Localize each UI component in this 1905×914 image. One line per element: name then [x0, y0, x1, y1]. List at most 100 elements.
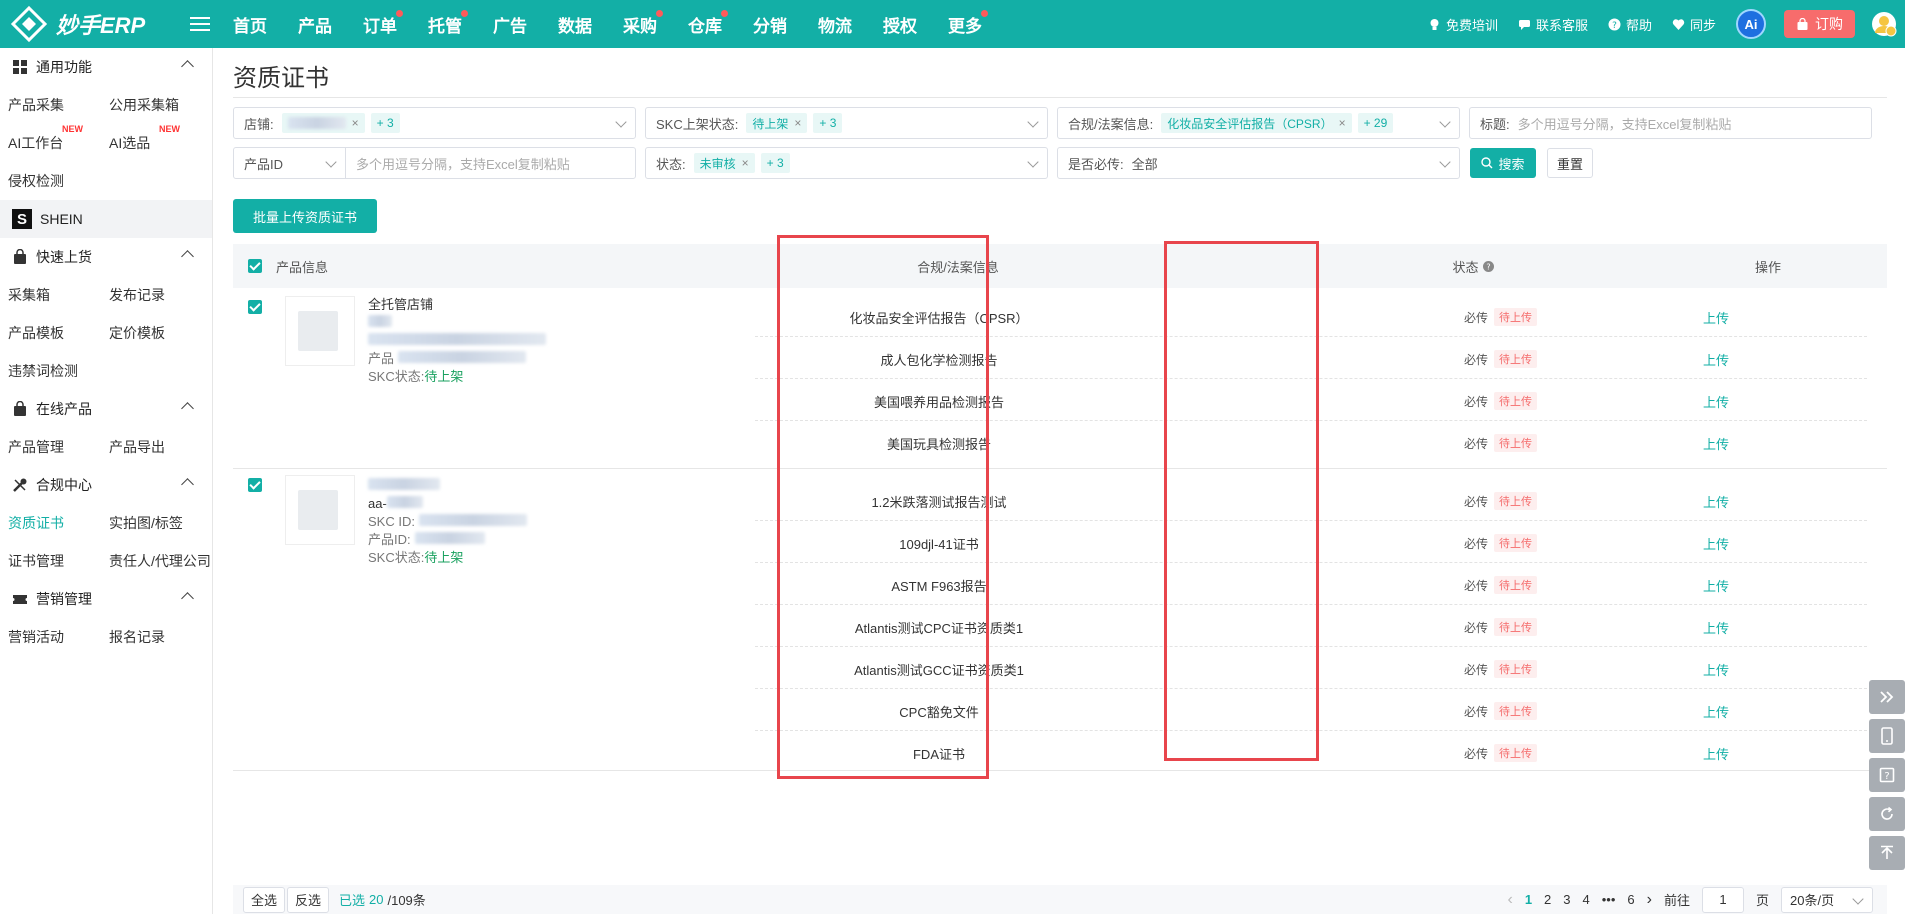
sidebar-platform-shein[interactable]: S SHEIN	[0, 200, 212, 238]
nav-authorize[interactable]: 授权	[883, 12, 917, 37]
sidebar-item-signup-record[interactable]: 报名记录	[101, 627, 202, 647]
next-page-icon[interactable]: ›	[1647, 891, 1652, 909]
close-icon[interactable]: ×	[794, 116, 801, 130]
refresh-button[interactable]	[1869, 797, 1905, 831]
close-icon[interactable]: ×	[1339, 116, 1346, 130]
sidebar-item-pricing-template[interactable]: 定价模板	[101, 323, 202, 343]
page-number[interactable]: 3	[1563, 892, 1570, 907]
sidebar-group-online-products[interactable]: 在线产品	[0, 390, 212, 428]
upload-link[interactable]: 上传	[1703, 618, 1729, 637]
nav-product[interactable]: 产品	[298, 12, 332, 37]
nav-logistics[interactable]: 物流	[818, 12, 852, 37]
page-ellipsis[interactable]: •••	[1602, 892, 1616, 907]
page-number[interactable]: 4	[1583, 892, 1590, 907]
close-icon[interactable]: ×	[742, 156, 749, 170]
select-all-checkbox[interactable]	[248, 259, 262, 273]
menu-toggle-icon[interactable]	[190, 17, 210, 31]
sidebar-group-quick-upload[interactable]: 快速上货	[0, 238, 212, 276]
store-filter[interactable]: 店铺: × + 3	[233, 107, 636, 139]
sidebar-group-marketing[interactable]: 营销管理	[0, 580, 212, 618]
upload-link[interactable]: 上传	[1703, 434, 1729, 453]
logo-text: 妙手ERP	[56, 13, 146, 38]
collapse-tools-button[interactable]	[1869, 680, 1905, 714]
required-filter[interactable]: 是否必传: 全部	[1057, 147, 1460, 179]
sidebar-item-infringement-check[interactable]: 侵权检测	[0, 171, 101, 191]
sidebar-item-product-template[interactable]: 产品模板	[0, 323, 101, 343]
title-input[interactable]: 多个用逗号分隔，支持Excel复制粘贴	[1518, 114, 1732, 133]
row-checkbox[interactable]	[248, 478, 262, 492]
contact-support-link[interactable]: 联系客服	[1518, 15, 1588, 34]
nav-home[interactable]: 首页	[233, 12, 267, 37]
upload-link[interactable]: 上传	[1703, 392, 1729, 411]
reset-button[interactable]: 重置	[1547, 148, 1593, 178]
nav-data[interactable]: 数据	[558, 12, 592, 37]
nav-warehouse[interactable]: 仓库	[688, 9, 728, 37]
upload-link[interactable]: 上传	[1703, 744, 1729, 763]
prev-page-icon[interactable]: ‹	[1507, 891, 1512, 909]
page-number[interactable]: 6	[1627, 892, 1634, 907]
compliance-info-filter[interactable]: 合规/法案信息: 化妆品安全评估报告（CPSR） × + 29	[1057, 107, 1460, 139]
sidebar-group-common[interactable]: 通用功能	[0, 48, 212, 86]
close-icon[interactable]: ×	[352, 116, 359, 130]
sidebar-item-certificate-management[interactable]: 证书管理	[0, 551, 101, 571]
sidebar-item-banned-word-check[interactable]: 违禁词检测	[0, 361, 101, 381]
free-training-link[interactable]: 免费培训	[1428, 15, 1498, 34]
upload-link[interactable]: 上传	[1703, 350, 1729, 369]
question-icon[interactable]: ?	[1482, 260, 1494, 272]
upload-link[interactable]: 上传	[1703, 576, 1729, 595]
upload-link[interactable]: 上传	[1703, 492, 1729, 511]
skc-status-filter[interactable]: SKC上架状态: 待上架 × + 3	[645, 107, 1048, 139]
upload-link[interactable]: 上传	[1703, 660, 1729, 679]
status-filter[interactable]: 状态: 未审核 × + 3	[645, 147, 1048, 179]
order-button[interactable]: 订购	[1784, 10, 1855, 38]
upload-link[interactable]: 上传	[1703, 534, 1729, 553]
user-avatar[interactable]	[1869, 9, 1899, 39]
product-id-input[interactable]: 多个用逗号分隔，支持Excel复制粘贴	[356, 154, 570, 173]
row-checkbox[interactable]	[248, 300, 262, 314]
select-all-button[interactable]: 全选	[243, 886, 285, 913]
sidebar-item-photos-labels[interactable]: 实拍图/标签	[101, 513, 202, 533]
sidebar-item-marketing-activity[interactable]: 营销活动	[0, 627, 101, 647]
upload-link[interactable]: 上传	[1703, 308, 1729, 327]
nav-purchase[interactable]: 采购	[623, 9, 663, 37]
title-filter[interactable]: 标题: 多个用逗号分隔，支持Excel复制粘贴	[1469, 107, 1872, 139]
status-tag: 未审核 ×	[693, 153, 755, 173]
product-title-prefix: aa-	[368, 496, 387, 511]
sidebar-item-collect-box[interactable]: 采集箱	[0, 285, 101, 305]
sync-link[interactable]: 同步	[1672, 15, 1716, 34]
page-size-select[interactable]: 20条/页	[1781, 886, 1873, 913]
ai-assistant-button[interactable]: Ai	[1736, 9, 1766, 39]
goto-page-input[interactable]: 1	[1701, 886, 1744, 913]
back-to-top-button[interactable]	[1869, 836, 1905, 870]
sidebar-group-compliance[interactable]: 合规中心	[0, 466, 212, 504]
nav-hosting[interactable]: 托管	[428, 9, 468, 37]
required-label: 必传	[1464, 662, 1489, 677]
nav-distribution[interactable]: 分销	[753, 12, 787, 37]
store-filter-label: 店铺:	[244, 116, 274, 132]
sidebar-item-ai-workbench[interactable]: AI工作台 NEW	[0, 124, 101, 153]
sidebar-item-product-export[interactable]: 产品导出	[101, 437, 202, 457]
mobile-button[interactable]	[1869, 719, 1905, 753]
nav-order[interactable]: 订单	[363, 9, 403, 37]
search-button[interactable]: 搜索	[1470, 148, 1536, 178]
product-id-type-select[interactable]: 产品ID	[234, 148, 346, 178]
sidebar-item-ai-selection[interactable]: AI选品 NEW	[101, 124, 202, 153]
app-logo[interactable]: 妙手ERP	[0, 5, 180, 43]
help-link[interactable]: ? 帮助	[1608, 15, 1652, 34]
sidebar-item-product-management[interactable]: 产品管理	[0, 437, 101, 457]
sidebar-item-publish-record[interactable]: 发布记录	[101, 285, 202, 305]
sidebar-item-product-collect[interactable]: 产品采集	[0, 95, 101, 115]
nav-ads[interactable]: 广告	[493, 12, 527, 37]
sidebar-item-responsible-person[interactable]: 责任人/代理公司	[101, 551, 211, 571]
product-thumbnail[interactable]	[285, 296, 355, 366]
page-number-current[interactable]: 1	[1525, 892, 1532, 907]
batch-upload-button[interactable]: 批量上传资质证书	[233, 199, 377, 233]
sidebar-item-public-collect-box[interactable]: 公用采集箱	[101, 95, 202, 115]
sidebar-item-qualification-certificate[interactable]: 资质证书	[0, 513, 101, 533]
invert-selection-button[interactable]: 反选	[287, 886, 329, 913]
product-thumbnail[interactable]	[285, 475, 355, 545]
nav-more[interactable]: 更多	[948, 9, 988, 37]
page-number[interactable]: 2	[1544, 892, 1551, 907]
feedback-button[interactable]: ?	[1869, 758, 1905, 792]
upload-link[interactable]: 上传	[1703, 702, 1729, 721]
